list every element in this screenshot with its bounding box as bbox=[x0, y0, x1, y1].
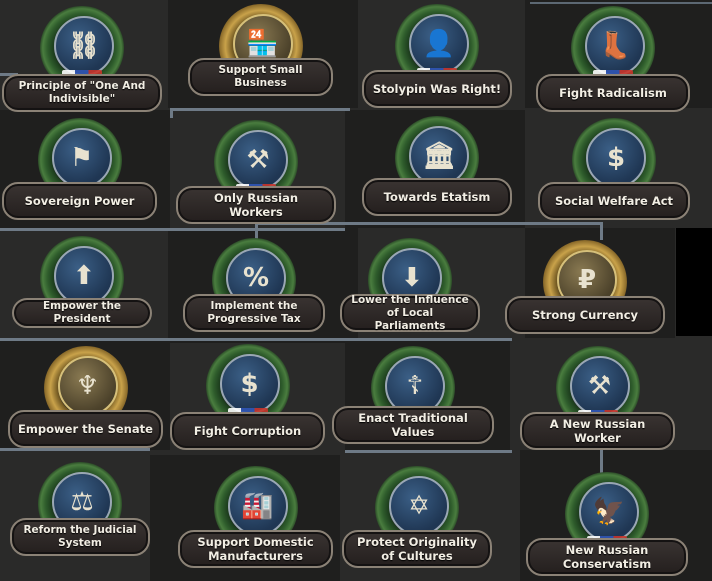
focus-fight-corruption[interactable]: $ Fight Corruption bbox=[170, 340, 325, 452]
focus-support-domestic-manufacturers[interactable]: 🏭 Support Domestic Manufacturers bbox=[178, 462, 333, 570]
focus-label: Support Domestic Manufacturers bbox=[178, 530, 333, 568]
connector-line bbox=[170, 108, 350, 111]
focus-label: Fight Corruption bbox=[170, 412, 325, 450]
focus-label: Reform the Judicial System bbox=[10, 518, 150, 556]
focus-label: Principle of "One And Indivisible" bbox=[2, 74, 162, 112]
focus-lower-influence-local-parliaments[interactable]: ⬇ Lower the Influence of Local Parliamen… bbox=[340, 234, 480, 334]
focus-new-russian-conservatism[interactable]: 🦅 New Russian Conservatism bbox=[526, 468, 688, 578]
focus-label: Strong Currency bbox=[505, 296, 665, 334]
focus-label: Towards Etatism bbox=[362, 178, 512, 216]
focus-towards-etatism[interactable]: 🏛 Towards Etatism bbox=[362, 112, 512, 218]
focus-social-welfare-act[interactable]: $ Social Welfare Act bbox=[538, 114, 690, 222]
focus-protect-originality-cultures[interactable]: ✡ Protect Originality of Cultures bbox=[342, 462, 492, 570]
focus-label: Social Welfare Act bbox=[538, 182, 690, 220]
focus-strong-currency[interactable]: ₽ Strong Currency bbox=[505, 236, 665, 336]
focus-only-russian-workers[interactable]: ⚒ Only Russian Workers bbox=[176, 116, 336, 226]
focus-empower-the-senate[interactable]: ♆ Empower the Senate bbox=[8, 342, 163, 450]
focus-label: Support Small Business bbox=[188, 58, 333, 96]
focus-sovereign-power[interactable]: ⚑ Sovereign Power bbox=[2, 114, 157, 222]
focus-label: Only Russian Workers bbox=[176, 186, 336, 224]
focus-label: Enact Traditional Values bbox=[332, 406, 494, 444]
focus-label: A New Russian Worker bbox=[520, 412, 675, 450]
focus-reform-judicial-system[interactable]: ⚖ Reform the Judicial System bbox=[10, 458, 150, 558]
connector-line bbox=[345, 450, 512, 453]
focus-label: Fight Radicalism bbox=[536, 74, 690, 112]
background-panel bbox=[676, 228, 712, 336]
focus-support-small-business[interactable]: 🏪 Support Small Business bbox=[188, 0, 333, 98]
focus-empower-the-president[interactable]: ⬆ Empower the President bbox=[12, 232, 152, 330]
focus-implement-progressive-tax[interactable]: % Implement the Progressive Tax bbox=[183, 234, 325, 334]
focus-label: Empower the President bbox=[12, 298, 152, 328]
focus-label: Protect Originality of Cultures bbox=[342, 530, 492, 568]
focus-label: Lower the Influence of Local Parliaments bbox=[340, 294, 480, 332]
focus-label: Stolypin Was Right! bbox=[362, 70, 512, 108]
focus-label: Implement the Progressive Tax bbox=[183, 294, 325, 332]
connector-line bbox=[170, 108, 173, 118]
focus-fight-radicalism[interactable]: 👢 Fight Radicalism bbox=[536, 2, 690, 114]
focus-label: Empower the Senate bbox=[8, 410, 163, 448]
focus-label: New Russian Conservatism bbox=[526, 538, 688, 576]
focus-principle-one-indivisible[interactable]: ⛓ Principle of "One And Indivisible" bbox=[2, 2, 162, 114]
focus-label: Sovereign Power bbox=[2, 182, 157, 220]
focus-enact-traditional-values[interactable]: ☦ Enact Traditional Values bbox=[332, 342, 494, 446]
focus-stolypin-was-right[interactable]: 👤 Stolypin Was Right! bbox=[362, 0, 512, 110]
connector-line bbox=[0, 228, 345, 231]
focus-new-russian-worker[interactable]: ⚒ A New Russian Worker bbox=[520, 342, 675, 452]
